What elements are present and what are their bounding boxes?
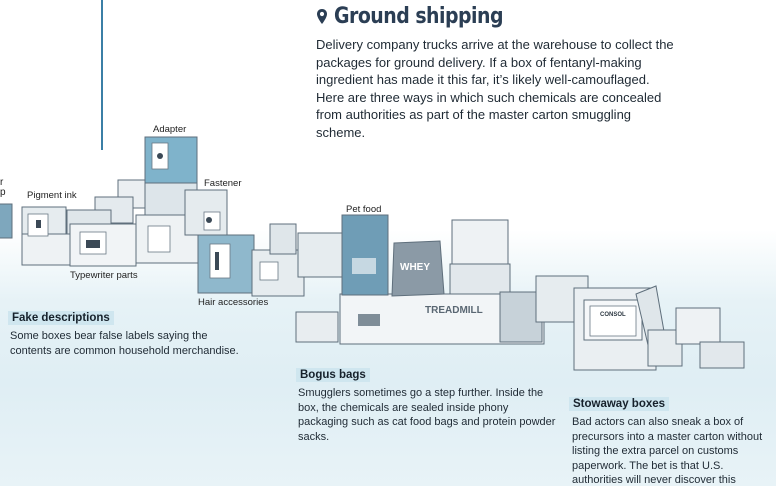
section-text-stowaway-boxes: Bad actors can also sneak a box of precu… [572,416,763,487]
section-text-bogus-bags: Smugglers sometimes go a step further. I… [298,387,556,443]
label-hair-accessories: Hair accessories [198,297,269,308]
label-adapter: Adapter [153,124,187,135]
box [675,307,721,345]
consol-label-text: CONSOL [600,312,626,318]
page-title: Ground shipping [334,4,504,29]
box [699,341,745,369]
box [451,219,509,267]
box [0,203,13,239]
intro-paragraph: Delivery company trucks arrive at the wa… [316,37,674,140]
box [21,233,75,266]
box [297,232,343,278]
label-pet-food: Pet food [346,204,382,215]
label-pigment-ink: Pigment ink [27,190,77,201]
location-pin-icon [317,8,327,24]
box [269,223,297,255]
section-title-fake-descriptions: Fake descriptions [8,311,114,325]
box [449,263,511,297]
label-fastener: Fastener [204,178,242,189]
section-heading: Ground shipping [316,4,531,29]
label-typewriter-parts: Typewriter parts [70,270,138,281]
box [295,311,339,343]
box [341,214,389,296]
whey-bag-text: WHEY [400,262,430,273]
treadmill-box-text: TREADMILL [425,305,483,316]
section-text-fake-descriptions: Some boxes bear false labels saying the … [10,330,239,357]
section-title-bogus-bags: Bogus bags [296,368,370,382]
section-title-stowaway-boxes: Stowaway boxes [569,397,670,411]
